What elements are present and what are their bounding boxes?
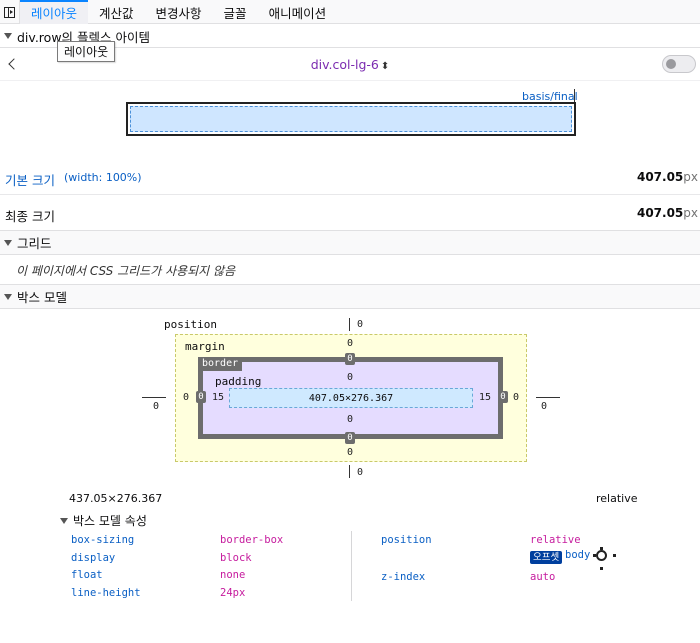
prop-value: border-box — [220, 534, 284, 546]
padding-left-value[interactable]: 15 — [212, 392, 224, 403]
prop-name: line-height — [71, 587, 141, 599]
tab-computed[interactable]: 계산값 — [88, 0, 145, 24]
grid-empty-message: 이 페이지에서 CSS 그리드가 사용되지 않음 — [16, 264, 236, 278]
flex-sizing-bar — [126, 102, 576, 136]
prop-name: position — [381, 534, 432, 546]
toggle-pane-icon[interactable] — [0, 0, 20, 24]
prop-value: 24px — [220, 587, 246, 599]
box-position-value: relative — [596, 492, 638, 505]
position-left-value[interactable]: 0 — [153, 401, 159, 412]
position-top-line — [349, 318, 350, 331]
position-bottom-value[interactable]: 0 — [357, 467, 363, 478]
prop-value: block — [220, 552, 252, 564]
final-size-label: 최종 크기 — [5, 209, 55, 224]
margin-left-value[interactable]: 0 — [183, 392, 189, 403]
margin-bottom-value[interactable]: 0 — [347, 447, 353, 458]
tab-layout[interactable]: 레이아웃 — [20, 0, 89, 24]
expand-arrow-icon[interactable] — [60, 517, 68, 524]
prop-name: float — [71, 569, 103, 581]
border-top-value[interactable]: 0 — [345, 353, 355, 365]
grid-header-label: 그리드 — [17, 236, 52, 251]
final-size-row: 최종 크기 407.05px — [0, 195, 700, 231]
box-model-properties-header[interactable]: 박스 모델 속성 — [58, 512, 147, 529]
tooltip: 레이아웃 — [57, 41, 116, 62]
box-model-header-label: 박스 모델 — [17, 290, 67, 305]
box-dimensions: 437.05×276.367 — [69, 492, 163, 505]
position-bottom-line — [349, 465, 350, 478]
padding-right-value[interactable]: 15 — [479, 392, 491, 403]
margin-top-value[interactable]: 0 — [347, 338, 353, 349]
box-model-section-header[interactable]: 박스 모델 — [0, 284, 700, 309]
prop-value: none — [220, 569, 246, 581]
margin-right-value[interactable]: 0 — [513, 392, 519, 403]
expand-arrow-icon[interactable] — [4, 239, 12, 246]
base-size-row: 기본 크기 (width: 100%) 407.05px — [0, 159, 700, 195]
content-box[interactable]: 407.05×276.367 — [229, 388, 473, 408]
offset-parent-badge: 오프셋 — [530, 551, 563, 564]
position-left-line — [142, 397, 166, 398]
border-right-value[interactable]: 0 — [498, 391, 508, 403]
base-size-value: 407.05px — [636, 170, 698, 184]
sidebar-tab-bar: 레이아웃 계산값 변경사항 글꼴 애니메이션 — [0, 0, 700, 24]
tab-fonts[interactable]: 글꼴 — [213, 0, 258, 24]
base-size-label: 기본 크기 — [5, 173, 55, 188]
tab-changes[interactable]: 변경사항 — [145, 0, 213, 24]
base-size-note: (width: 100%) — [64, 171, 142, 184]
prop-name: box-sizing — [71, 534, 135, 546]
tab-animations[interactable]: 애니메이션 — [258, 0, 338, 24]
basis-marker — [574, 89, 575, 102]
border-label: border — [198, 357, 243, 371]
padding-bottom-value[interactable]: 0 — [347, 414, 353, 425]
box-model-properties-label: 박스 모델 속성 — [73, 514, 147, 528]
grid-section-header[interactable]: 그리드 — [0, 230, 700, 255]
final-size-value: 407.05px — [636, 206, 698, 220]
offset-parent-link[interactable]: body — [565, 549, 590, 561]
prop-name: display — [71, 552, 116, 564]
prop-name: z-index — [381, 571, 426, 583]
properties-divider — [351, 531, 352, 601]
border-left-value[interactable]: 0 — [196, 391, 206, 403]
highlight-toggle-switch[interactable] — [662, 55, 696, 73]
padding-top-value[interactable]: 0 — [347, 372, 353, 383]
expand-arrow-icon[interactable] — [4, 293, 12, 300]
select-node-icon[interactable] — [593, 547, 616, 570]
padding-label: padding — [215, 375, 262, 388]
margin-label: margin — [185, 340, 225, 353]
selector-text: div.col-lg-6 — [310, 57, 379, 72]
prop-value: relative — [530, 534, 581, 546]
position-right-line — [536, 397, 560, 398]
position-label: position — [164, 318, 217, 331]
position-top-value[interactable]: 0 — [357, 319, 363, 330]
expand-arrow-icon[interactable] — [4, 33, 12, 39]
position-right-value[interactable]: 0 — [541, 401, 547, 412]
border-bottom-value[interactable]: 0 — [345, 432, 355, 444]
dropdown-arrows-icon: ⬍ — [380, 61, 390, 72]
prop-value: auto — [530, 571, 556, 583]
